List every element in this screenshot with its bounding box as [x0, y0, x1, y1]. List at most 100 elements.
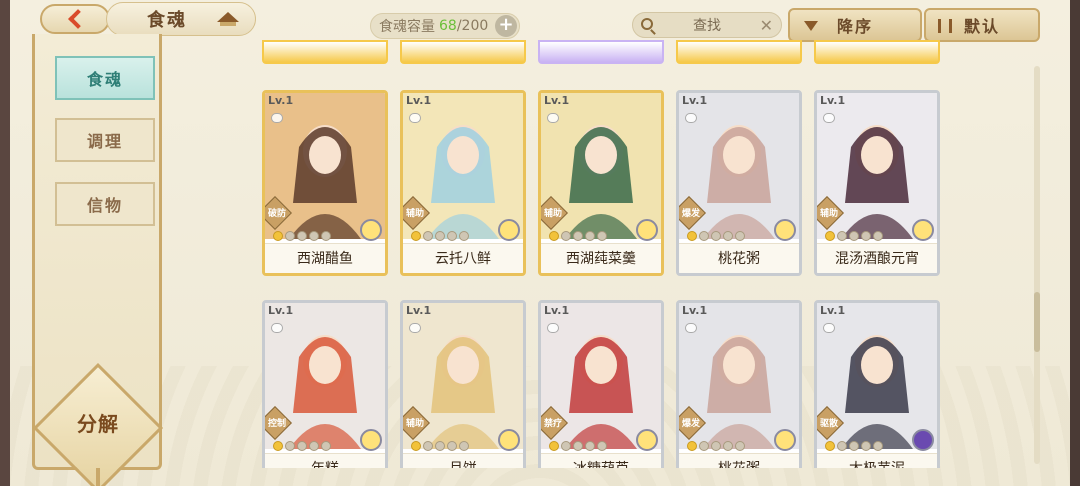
favorite-icon[interactable]	[271, 323, 283, 333]
star-icon	[735, 231, 745, 241]
food-soul-name: 月饼	[403, 453, 523, 468]
search-input[interactable]: 查找 ✕	[632, 12, 782, 38]
star-icon	[711, 441, 721, 451]
star-icon	[285, 441, 295, 451]
capacity-current: 68	[439, 18, 457, 34]
level-label: Lv.1	[268, 304, 294, 317]
search-icon	[641, 18, 653, 30]
nav-item-food-soul[interactable]: 食魂	[55, 56, 155, 100]
food-soul-card[interactable]: Lv.1 辅助 西湖莼菜羹	[538, 90, 664, 276]
element-flower-icon	[774, 429, 796, 451]
favorite-icon[interactable]	[409, 323, 421, 333]
role-label: 辅助	[405, 419, 424, 429]
star-rating	[825, 231, 883, 241]
role-label: 辅助	[543, 209, 562, 219]
capacity-label: 食魂容量	[379, 19, 435, 35]
previous-row-card-edge[interactable]	[400, 40, 526, 64]
star-icon	[699, 231, 709, 241]
favorite-icon[interactable]	[547, 113, 559, 123]
star-icon	[825, 231, 835, 241]
star-icon	[411, 231, 421, 241]
element-flower-icon	[498, 219, 520, 241]
clear-search-icon[interactable]: ✕	[760, 16, 773, 35]
role-label: 驱散	[819, 419, 838, 429]
star-icon	[687, 441, 697, 451]
nav-item-label: 信物	[86, 196, 123, 215]
star-rating	[273, 441, 331, 451]
star-icon	[549, 441, 559, 451]
food-soul-card[interactable]: Lv.1 破防 西湖醋鱼	[262, 90, 388, 276]
capacity-max: /200	[456, 18, 489, 34]
hat-icon	[217, 12, 239, 26]
scrollbar-thumb[interactable]	[1034, 292, 1040, 352]
previous-row-card-edge[interactable]	[538, 40, 664, 64]
tassel-decoration	[96, 468, 100, 486]
star-icon	[321, 231, 331, 241]
star-icon	[423, 231, 433, 241]
star-icon	[273, 441, 283, 451]
back-button[interactable]	[40, 4, 110, 34]
star-icon	[687, 231, 697, 241]
star-icon	[873, 231, 883, 241]
previous-row-card-edge[interactable]	[814, 40, 940, 64]
element-flower-icon	[774, 219, 796, 241]
food-soul-name: 西湖醋鱼	[265, 243, 385, 273]
star-icon	[411, 441, 421, 451]
level-label: Lv.1	[820, 304, 846, 317]
element-flower-icon	[912, 219, 934, 241]
food-soul-card[interactable]: Lv.1 辅助月饼	[400, 300, 526, 468]
star-icon	[849, 231, 859, 241]
star-icon	[573, 441, 583, 451]
back-arrow-icon	[68, 9, 88, 29]
sort-mode-label: 默认	[963, 17, 1000, 36]
element-flower-icon	[360, 219, 382, 241]
previous-row-card-edge[interactable]	[262, 40, 388, 64]
add-capacity-button[interactable]: +	[495, 15, 517, 37]
food-soul-card[interactable]: Lv.1 辅助 混汤酒酿元宵	[814, 90, 940, 276]
page-title-tab: 食魂	[106, 2, 256, 36]
star-icon	[585, 441, 595, 451]
nav-item-label: 调理	[86, 132, 123, 151]
favorite-icon[interactable]	[823, 323, 835, 333]
food-soul-card[interactable]: Lv.1 爆发桃花粥	[676, 300, 802, 468]
level-label: Lv.1	[544, 304, 570, 317]
element-flower-icon	[498, 429, 520, 451]
favorite-icon[interactable]	[547, 323, 559, 333]
nav-item-label: 食魂	[86, 70, 123, 89]
level-label: Lv.1	[820, 94, 846, 107]
star-icon	[711, 231, 721, 241]
star-rating	[825, 441, 883, 451]
star-icon	[723, 441, 733, 451]
role-label: 辅助	[405, 209, 424, 219]
star-rating	[411, 231, 469, 241]
favorite-icon[interactable]	[685, 113, 697, 123]
star-icon	[723, 231, 733, 241]
sort-order-button[interactable]: 降序	[788, 8, 922, 42]
star-rating	[411, 441, 469, 451]
food-soul-card[interactable]: Lv.1 控制年糕	[262, 300, 388, 468]
role-label: 破防	[267, 209, 286, 219]
star-icon	[459, 441, 469, 451]
star-icon	[459, 231, 469, 241]
food-soul-name: 太极芋泥	[817, 453, 937, 468]
star-icon	[423, 441, 433, 451]
scrollbar[interactable]	[1034, 66, 1040, 464]
food-soul-card[interactable]: Lv.1 辅助 云托八鲜	[400, 90, 526, 276]
nav-item-token[interactable]: 信物	[55, 182, 155, 226]
role-label: 控制	[267, 419, 286, 429]
food-soul-card[interactable]: Lv.1 爆发桃花粥	[676, 90, 802, 276]
star-icon	[297, 441, 307, 451]
favorite-icon[interactable]	[409, 113, 421, 123]
favorite-icon[interactable]	[271, 113, 283, 123]
previous-row-card-edge[interactable]	[676, 40, 802, 64]
star-icon	[873, 441, 883, 451]
nav-item-conditioning[interactable]: 调理	[55, 118, 155, 162]
food-soul-card[interactable]: Lv.1 驱散太极芋泥	[814, 300, 940, 468]
food-soul-card[interactable]: Lv.1 禁疗冰糖葫芦	[538, 300, 664, 468]
star-icon	[561, 231, 571, 241]
favorite-icon[interactable]	[685, 323, 697, 333]
star-rating	[273, 231, 331, 241]
favorite-icon[interactable]	[823, 113, 835, 123]
sort-mode-button[interactable]: 默认	[924, 8, 1040, 42]
star-icon	[585, 231, 595, 241]
